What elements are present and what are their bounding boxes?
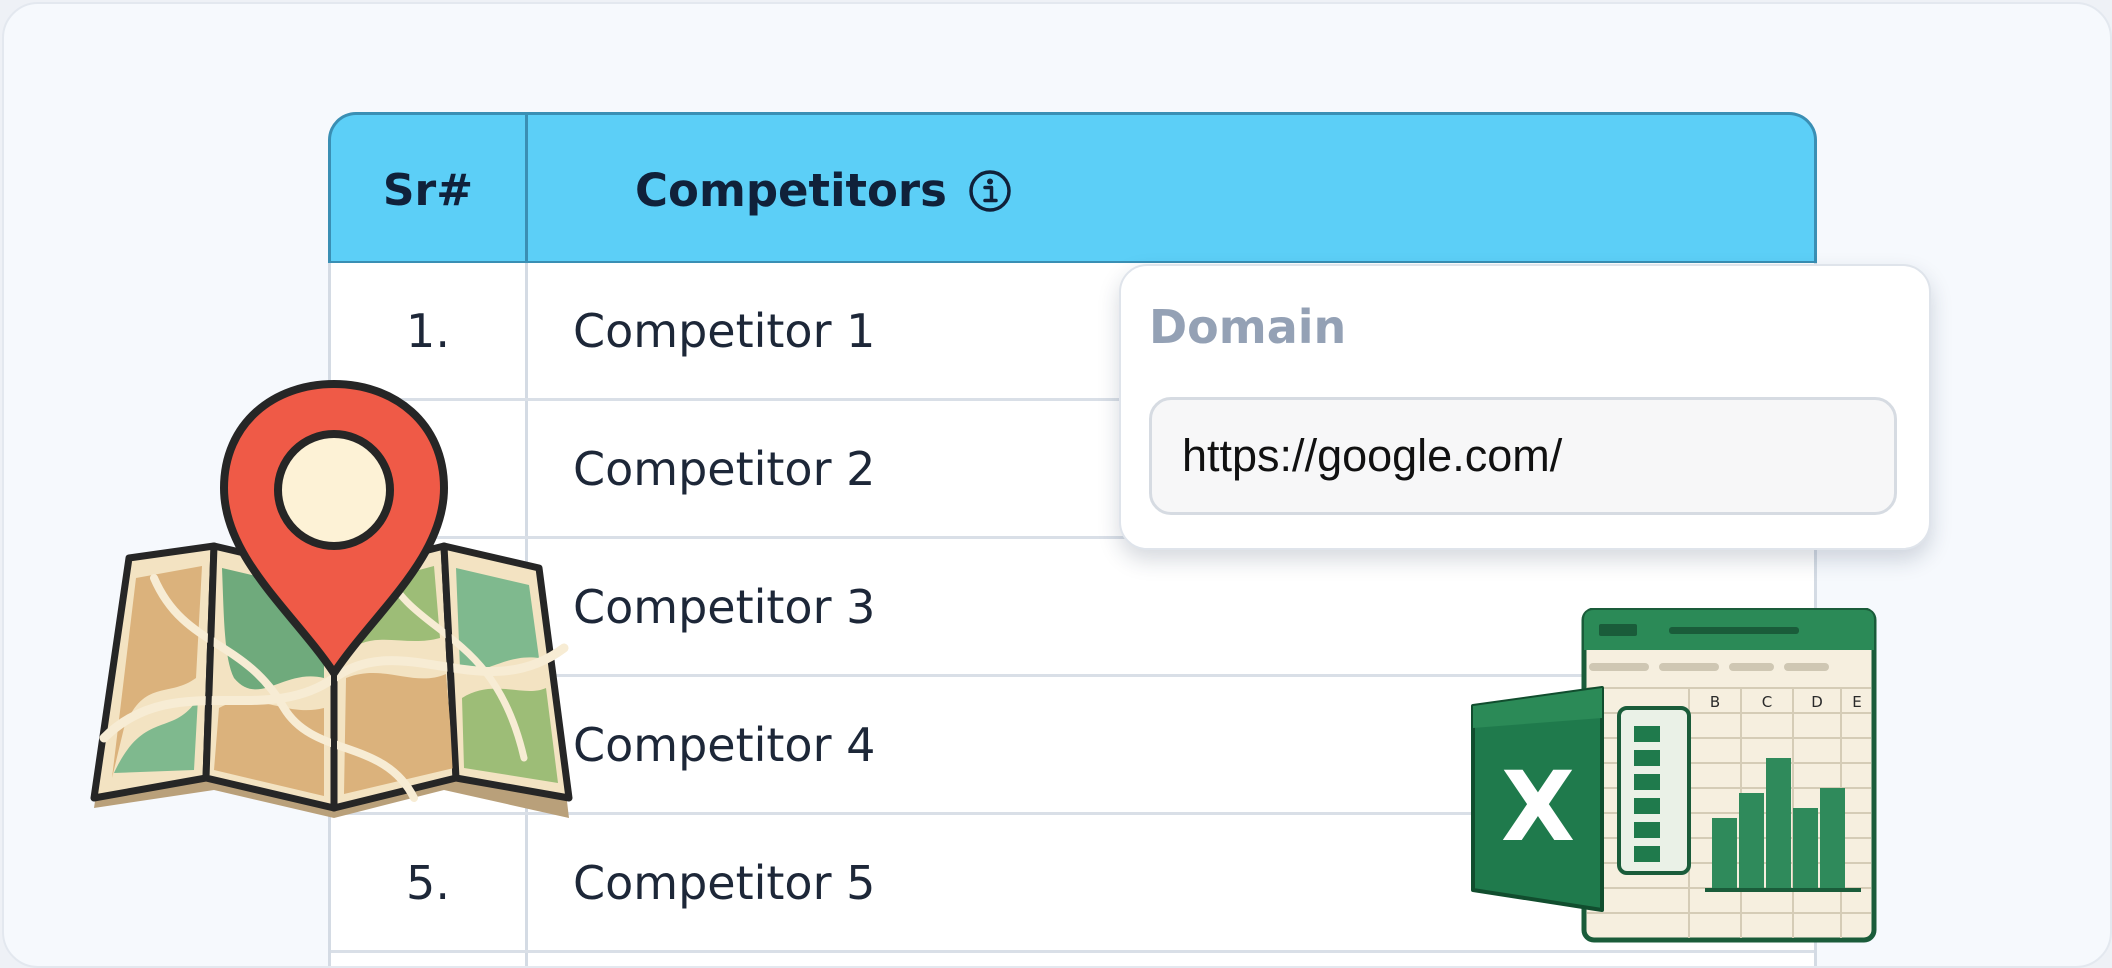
header-competitors-label: Competitors bbox=[635, 164, 947, 217]
canvas: Sr# Competitors 1. Competitor 1 Competit… bbox=[2, 2, 2112, 968]
map-pin-icon bbox=[84, 378, 584, 838]
header-competitors: Competitors bbox=[635, 115, 1013, 266]
svg-text:C: C bbox=[1762, 693, 1772, 711]
domain-input[interactable] bbox=[1149, 397, 1897, 515]
competitor-name: Competitor 2 bbox=[573, 441, 876, 496]
info-icon[interactable] bbox=[967, 168, 1013, 214]
competitor-name: Competitor 5 bbox=[573, 855, 876, 910]
column-divider bbox=[525, 115, 528, 261]
svg-text:B: B bbox=[1710, 693, 1720, 711]
excel-icon: B C D E X bbox=[1469, 607, 1879, 944]
svg-text:E: E bbox=[1852, 693, 1861, 711]
header-sr: Sr# bbox=[382, 165, 474, 216]
domain-card: Domain bbox=[1119, 264, 1931, 550]
svg-text:X: X bbox=[1501, 751, 1575, 863]
competitor-name: Competitor 3 bbox=[573, 579, 876, 634]
competitor-name: Competitor 4 bbox=[573, 717, 876, 772]
table-header: Sr# Competitors bbox=[328, 112, 1817, 263]
domain-label: Domain bbox=[1149, 300, 1347, 354]
svg-text:D: D bbox=[1811, 693, 1823, 711]
competitor-name: Competitor 1 bbox=[573, 303, 876, 358]
